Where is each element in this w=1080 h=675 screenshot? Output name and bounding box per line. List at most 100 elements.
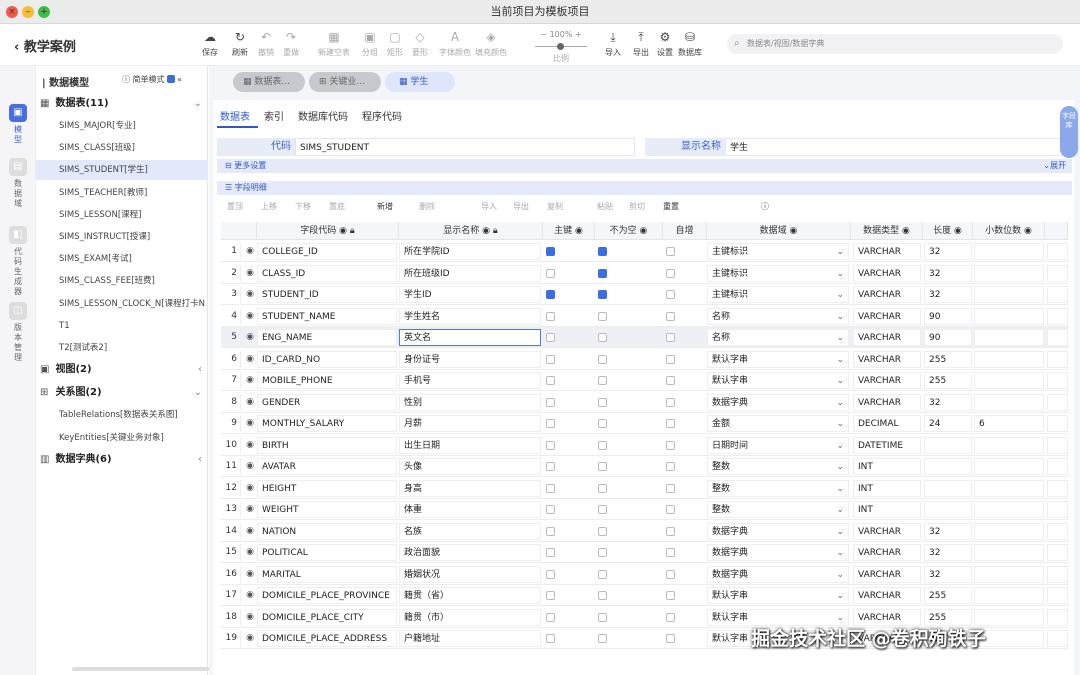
group-views[interactable]: ▣ 视图(2) ‹: [40, 361, 206, 379]
domain-select[interactable]: 整数 ⌄: [707, 479, 849, 497]
primary-key-checkbox[interactable]: [546, 290, 555, 299]
extra-cell[interactable]: [1047, 307, 1068, 325]
grid-tool-button[interactable]: 删除: [419, 198, 435, 216]
field-code-cell[interactable]: DOMICILE_PLACE_ADDRESS: [257, 630, 397, 647]
grid-tool-button[interactable]: 复制: [547, 198, 563, 216]
auto-increment-checkbox[interactable]: [666, 376, 675, 385]
rail-item-version[interactable]: ◫ 版本管理: [6, 302, 30, 363]
field-code-cell[interactable]: CLASS_ID: [257, 264, 397, 282]
extra-cell[interactable]: [1047, 608, 1068, 626]
extra-cell[interactable]: [1047, 565, 1068, 583]
simple-mode-checkbox[interactable]: [166, 75, 175, 83]
length-cell[interactable]: [924, 501, 972, 518]
domain-select[interactable]: 主键标识 ⌄: [707, 286, 849, 303]
field-code-cell[interactable]: COLLEGE_ID: [257, 243, 397, 260]
eye-icon[interactable]: ◉: [243, 351, 257, 368]
field-code-cell[interactable]: GENDER: [257, 393, 397, 411]
not-null-checkbox[interactable]: [598, 333, 607, 342]
sidebar-item-table[interactable]: T2[测试表2]: [36, 338, 208, 358]
domain-select[interactable]: 主键标识 ⌄: [707, 264, 849, 282]
domain-select[interactable]: 默认字串 ⌄: [707, 350, 849, 368]
column-header-decimal[interactable]: 小数位数 ◉: [973, 222, 1045, 240]
grid-tool-button[interactable]: 导出: [513, 198, 529, 216]
data-type-cell[interactable]: INT: [853, 458, 921, 475]
eye-icon[interactable]: ◉: [243, 308, 257, 325]
help-icon[interactable]: ⓘ: [761, 198, 769, 216]
not-null-checkbox[interactable]: [598, 526, 607, 536]
not-null-checkbox[interactable]: [598, 548, 607, 557]
decimal-cell[interactable]: [974, 286, 1044, 303]
field-name-cell[interactable]: 婚姻状况: [399, 565, 541, 583]
domain-select[interactable]: 数据字典 ⌄: [707, 393, 849, 411]
decimal-cell[interactable]: [974, 544, 1044, 561]
table-row[interactable]: 1 ◉ COLLEGE_ID 所在学院ID 主键标识 ⌄ VARCHAR 32: [221, 241, 1068, 262]
rail-item-codegen[interactable]: ◧ 代码生成器: [6, 226, 30, 297]
primary-key-checkbox[interactable]: [546, 376, 555, 385]
extra-cell[interactable]: [1047, 522, 1068, 540]
table-row[interactable]: 17 ◉ DOMICILE_PLACE_PROVINCE 籍贯（省） 默认字串 ⌄ VARC…: [221, 585, 1068, 606]
field-library-tab[interactable]: 字段库: [1060, 106, 1078, 158]
extra-cell[interactable]: [1047, 587, 1068, 604]
length-cell[interactable]: 90: [924, 329, 972, 346]
domain-select[interactable]: 默认字串 ⌄: [707, 372, 849, 389]
auto-increment-checkbox[interactable]: [666, 526, 675, 536]
domain-select[interactable]: 默认字串 ⌄: [707, 608, 849, 626]
domain-select[interactable]: 数据字典 ⌄: [707, 544, 849, 561]
data-type-cell[interactable]: VARCHAR: [853, 372, 921, 389]
domain-select[interactable]: 金额 ⌄: [707, 415, 849, 432]
extra-cell[interactable]: [1047, 544, 1068, 561]
field-code-cell[interactable]: MOBILE_PHONE: [257, 372, 397, 389]
length-cell[interactable]: 255: [924, 350, 972, 368]
field-name-cell[interactable]: 月薪: [399, 415, 541, 432]
table-row[interactable]: 10 ◉ BIRTH 出生日期 日期时间 ⌄ DATETIME: [221, 435, 1068, 456]
data-type-cell[interactable]: VARCHAR: [853, 608, 921, 626]
code-field[interactable]: SIMS_STUDENT: [295, 138, 635, 156]
length-cell[interactable]: 24: [924, 415, 972, 432]
grid-tool-button[interactable]: 重置: [663, 198, 679, 216]
column-header-type[interactable]: 数据类型 ◉: [851, 222, 923, 240]
field-code-cell[interactable]: WEIGHT: [257, 501, 397, 518]
auto-increment-checkbox[interactable]: [666, 462, 675, 471]
length-cell[interactable]: 32: [924, 522, 972, 540]
display-name-field[interactable]: 学生: [725, 138, 1072, 156]
doc-tab[interactable]: ⊞ 关键业...: [309, 72, 381, 92]
decimal-cell[interactable]: [974, 307, 1044, 325]
primary-key-checkbox[interactable]: [546, 247, 555, 256]
field-code-cell[interactable]: DOMICILE_PLACE_CITY: [257, 608, 397, 626]
sidebar-item-relation[interactable]: TableRelations[数据表关系图]: [36, 405, 208, 425]
table-row[interactable]: 11 ◉ AVATAR 头像 整数 ⌄ INT: [221, 456, 1068, 477]
table-row[interactable]: 9 ◉ MONTHLY_SALARY 月薪 金额 ⌄ DECIMAL 24 6: [221, 413, 1068, 434]
toolbar-button-new-table[interactable]: ▦ 新建空表: [316, 29, 352, 58]
length-cell[interactable]: [924, 436, 972, 454]
not-null-checkbox[interactable]: [598, 505, 607, 514]
auto-increment-checkbox[interactable]: [666, 612, 675, 622]
search-input[interactable]: ⌕ 数据表/视图/数据字典: [727, 34, 1063, 54]
field-name-cell[interactable]: 身高: [399, 479, 541, 497]
data-type-cell[interactable]: INT: [853, 501, 921, 518]
grid-tool-button[interactable]: 新增: [377, 198, 393, 216]
extra-cell[interactable]: [1047, 436, 1068, 454]
primary-key-checkbox[interactable]: [546, 569, 555, 579]
field-name-cell[interactable]: 性别: [399, 393, 541, 411]
sidebar-item-relation[interactable]: KeyEntities[关键业务对象]: [36, 428, 208, 448]
eye-icon[interactable]: ◉: [243, 609, 257, 626]
field-name-cell[interactable]: 政治面貌: [399, 544, 541, 561]
length-cell[interactable]: 255: [924, 608, 972, 626]
toolbar-button-diamond[interactable]: ◇ 菱形: [405, 29, 435, 58]
primary-key-checkbox[interactable]: [546, 440, 555, 450]
eye-icon[interactable]: ◉: [243, 394, 257, 411]
table-row[interactable]: 2 ◉ CLASS_ID 所在班级ID 主键标识 ⌄ VARCHAR 32: [221, 263, 1068, 284]
not-null-checkbox[interactable]: [598, 612, 607, 622]
length-cell[interactable]: 90: [924, 307, 972, 325]
subtab-table[interactable]: 数据表: [220, 108, 250, 126]
data-type-cell[interactable]: VARCHAR: [853, 307, 921, 325]
data-type-cell[interactable]: VARCHAR: [853, 286, 921, 303]
auto-increment-checkbox[interactable]: [666, 591, 675, 600]
table-row[interactable]: 14 ◉ NATION 名族 数据字典 ⌄ VARCHAR 32: [221, 521, 1068, 542]
field-code-cell[interactable]: DOMICILE_PLACE_PROVINCE: [257, 587, 397, 604]
toolbar-button-database[interactable]: ⛁ 数据库: [675, 29, 705, 58]
field-name-cell[interactable]: 学生姓名: [399, 307, 541, 325]
grid-tool-button[interactable]: 导入: [481, 198, 497, 216]
field-name-cell[interactable]: 籍贯（市）: [399, 608, 541, 626]
decimal-cell[interactable]: [974, 264, 1044, 282]
